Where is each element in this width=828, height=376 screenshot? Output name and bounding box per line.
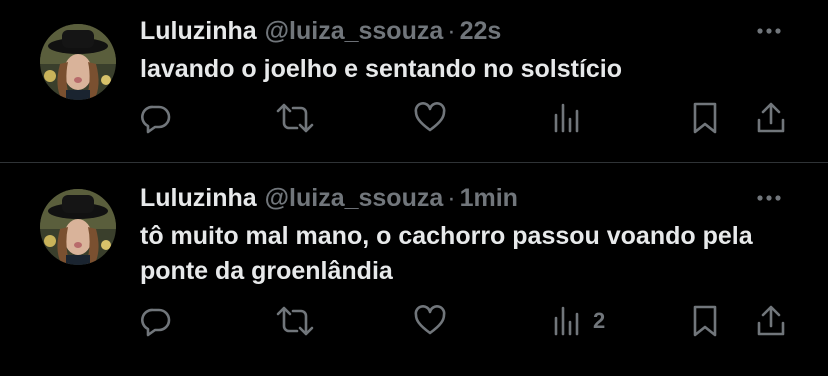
views-button[interactable]: [553, 100, 593, 136]
share-icon: [757, 102, 785, 133]
tweet[interactable]: Luluzinha @luiza_ssouza · 1min tô muito mal…: [0, 163, 828, 376]
handle[interactable]: @luiza_ssouza: [265, 17, 444, 45]
display-name[interactable]: Luluzinha: [140, 17, 257, 45]
share-icon: [757, 305, 785, 336]
views-button[interactable]: 2: [553, 303, 605, 339]
timestamp[interactable]: 1min: [460, 184, 518, 212]
retweet-icon: [276, 103, 314, 133]
heart-icon: [414, 102, 446, 132]
display-name[interactable]: Luluzinha: [140, 184, 257, 212]
tweet[interactable]: Luluzinha @luiza_ssouza · 22s lavando o joe…: [0, 0, 828, 162]
views-bar-chart-icon: [554, 306, 579, 336]
tweet-text: tô muito mal mano, o cachorro passou voa…: [140, 222, 753, 285]
timestamp[interactable]: 22s: [460, 17, 502, 45]
views-count: 2: [593, 308, 606, 333]
reply-icon: [141, 308, 171, 337]
tweet-text: lavando o joelho e sentando no solstício: [140, 55, 623, 83]
share-button[interactable]: [755, 100, 787, 136]
avatar-photo: [40, 189, 116, 265]
more-options-icon[interactable]: [756, 24, 782, 36]
reply-button[interactable]: [139, 100, 173, 136]
tweet-actions: [0, 100, 828, 136]
share-button[interactable]: [755, 303, 787, 339]
retweet-button[interactable]: [275, 303, 315, 339]
views-bar-chart-icon: [554, 103, 579, 133]
tweet-header: Luluzinha @luiza_ssouza · 1min: [140, 181, 518, 215]
avatar-photo: [40, 24, 116, 100]
like-button[interactable]: [413, 303, 447, 339]
tweet-actions: 2: [0, 303, 828, 339]
avatar[interactable]: [40, 189, 116, 265]
bookmark-button[interactable]: [691, 100, 719, 136]
avatar[interactable]: [40, 24, 116, 100]
retweet-icon: [276, 306, 314, 336]
reply-button[interactable]: [139, 303, 173, 339]
separator-dot: ·: [447, 17, 456, 45]
reply-icon: [141, 105, 171, 134]
more-options-icon[interactable]: [756, 191, 782, 203]
bookmark-icon: [693, 305, 717, 337]
bookmark-icon: [693, 102, 717, 134]
retweet-button[interactable]: [275, 100, 315, 136]
handle[interactable]: @luiza_ssouza: [265, 184, 444, 212]
like-button[interactable]: [413, 100, 447, 136]
separator-dot: ·: [447, 184, 456, 212]
bookmark-button[interactable]: [691, 303, 719, 339]
tweet-header: Luluzinha @luiza_ssouza · 22s: [140, 14, 501, 48]
heart-icon: [414, 305, 446, 335]
